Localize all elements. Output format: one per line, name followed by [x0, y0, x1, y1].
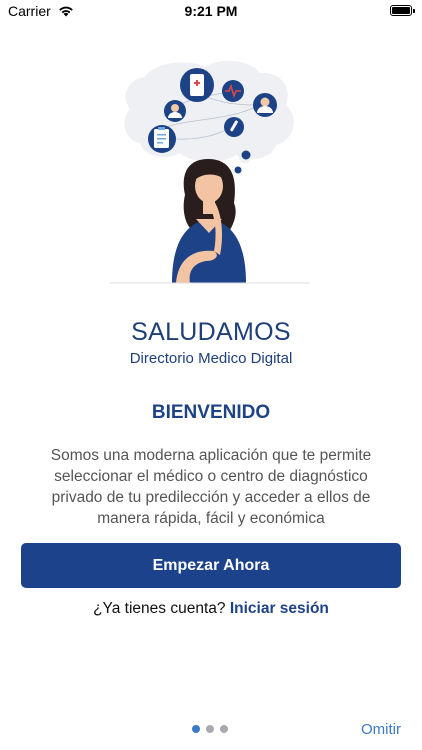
doctor-thinking-illustration — [110, 60, 310, 284]
status-bar: Carrier 9:21 PM — [0, 0, 422, 24]
page-indicator[interactable] — [192, 725, 228, 733]
login-prompt-row: ¿Ya tienes cuenta? Iniciar sesión — [0, 600, 422, 618]
welcome-heading: BIENVENIDO — [151, 402, 271, 423]
login-prompt-text: ¿Ya tienes cuenta? — [93, 600, 226, 617]
status-time: 9:21 PM — [184, 3, 238, 19]
battery-icon — [390, 5, 415, 16]
skip-button[interactable]: Omitir — [361, 721, 401, 738]
description-text: Somos una moderna aplicación que te perm… — [50, 447, 372, 527]
app-title: SALUDAMOS — [131, 318, 291, 346]
app-subtitle: Directorio Medico Digital — [129, 350, 293, 367]
login-link[interactable]: Iniciar sesión — [230, 600, 329, 617]
page-dot-3[interactable] — [220, 725, 228, 733]
page-dot-2[interactable] — [206, 725, 214, 733]
start-now-button[interactable]: Empezar Ahora — [21, 543, 401, 588]
page-dot-1[interactable] — [192, 725, 200, 733]
